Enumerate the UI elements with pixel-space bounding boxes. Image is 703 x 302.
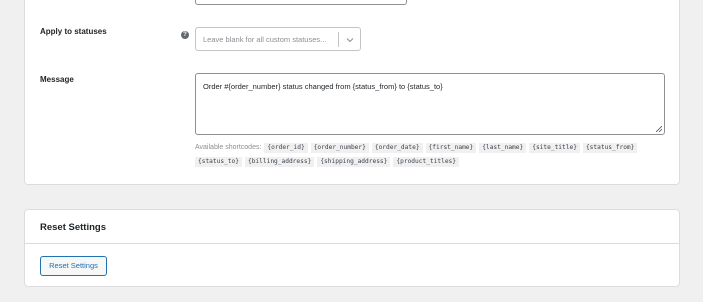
shortcode: {first_name} [425,143,477,153]
reset-settings-title: Reset Settings [40,222,106,233]
message-label: Message [40,75,74,84]
resize-grip-icon[interactable] [656,126,662,132]
chevron-down-icon[interactable] [344,34,356,46]
reset-settings-card: Reset Settings Reset Settings [24,209,680,287]
shortcode: {product_titles} [393,157,459,167]
shortcode: {order_id} [264,143,308,153]
shortcode: {site_title} [529,143,580,153]
shortcode: {status_to} [195,157,242,167]
reset-settings-button[interactable]: Reset Settings [40,256,107,276]
message-text: Order #{order_number} status changed fro… [203,82,443,91]
shortcode: {order_date} [371,143,423,153]
settings-card: Apply to statuses ? Leave blank for all … [24,0,680,185]
message-textarea[interactable]: Order #{order_number} status changed fro… [195,73,665,135]
shortcode: {last_name} [479,143,527,153]
statuses-select-placeholder: Leave blank for all custom statuses... [203,35,327,44]
shortcodes-list: Available shortcodes: {order_id} {order_nu… [195,141,665,169]
select-divider [338,32,339,47]
divider [25,243,679,244]
apply-to-statuses-label: Apply to statuses [40,27,107,36]
shortcode: {status_from} [582,143,638,153]
shortcodes-label: Available shortcodes: [195,144,262,151]
question-circle-icon[interactable]: ? [181,31,189,39]
previous-input-field[interactable] [195,0,407,5]
shortcode: {billing_address} [244,157,315,167]
statuses-select[interactable]: Leave blank for all custom statuses... [195,27,361,51]
shortcode: {shipping_address} [317,157,391,167]
shortcode: {order_number} [310,143,369,153]
